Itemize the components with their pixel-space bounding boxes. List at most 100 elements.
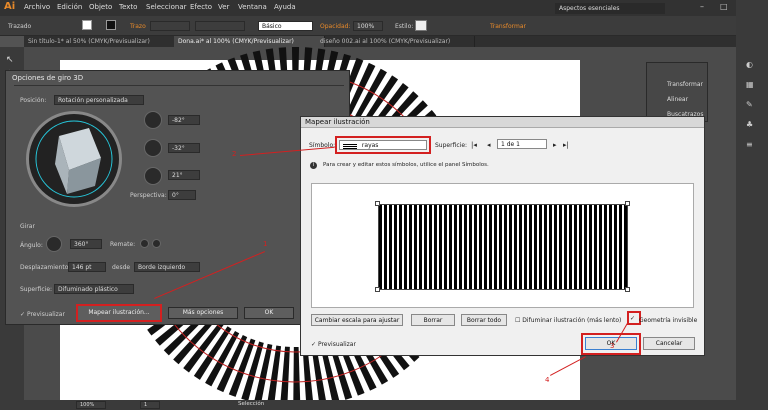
- control-bar: Trazado Trazo Básico Opacidad: 100% Esti…: [0, 16, 768, 36]
- menu-objeto[interactable]: Objeto: [89, 3, 112, 11]
- status-bar: 100% 1 Selección: [0, 400, 768, 410]
- ok-button[interactable]: OK: [244, 307, 294, 319]
- menu-ventana[interactable]: Ventana: [238, 3, 267, 11]
- layers-icon[interactable]: ≡: [746, 140, 753, 149]
- surface-label: Superficie:: [435, 142, 468, 149]
- angle-label: Ángulo:: [20, 242, 43, 249]
- opacity-field[interactable]: 100%: [353, 21, 383, 31]
- workspace-switcher[interactable]: Aspectos esenciales: [555, 3, 665, 14]
- rot-y-dial[interactable]: [144, 139, 162, 157]
- rot-x-dial[interactable]: [144, 111, 162, 129]
- prev-surface-icon[interactable]: ◂: [487, 141, 491, 149]
- map-preview-checkbox[interactable]: ✓ Previsualizar: [311, 341, 356, 348]
- menu-texto[interactable]: Texto: [119, 3, 137, 11]
- shade-artwork-label: Difuminar ilustración (más lento): [522, 317, 622, 324]
- tab-dona[interactable]: Dona.ai* al 100% (CMYK/Previsualizar): [174, 36, 325, 47]
- first-surface-icon[interactable]: |◂: [471, 141, 477, 149]
- offset-field[interactable]: 146 pt: [68, 262, 106, 272]
- next-surface-icon[interactable]: ▸: [553, 141, 557, 149]
- current-tool: Selección: [238, 401, 265, 407]
- brush-definition[interactable]: Básico: [258, 21, 313, 31]
- transform-link[interactable]: Transformar: [490, 23, 526, 30]
- style-label: Estilo:: [395, 23, 414, 30]
- dialog-title: Opciones de giro 3D: [12, 74, 84, 82]
- transform-panel-group: Transformar Alinear Buscatrazos: [646, 62, 708, 122]
- bbox-handle-br[interactable]: [625, 287, 630, 292]
- rot-z-dial[interactable]: [144, 167, 162, 185]
- angle-dial[interactable]: [46, 236, 62, 252]
- last-surface-icon[interactable]: ▸|: [563, 141, 569, 149]
- cap-label: Remate:: [110, 241, 136, 248]
- brushes-icon[interactable]: ✎: [746, 100, 753, 109]
- stroke-weight-field[interactable]: [150, 21, 190, 31]
- surface-counter[interactable]: 1 de 1: [497, 139, 547, 149]
- stripes-icon: [343, 142, 357, 149]
- bbox-handle-tl[interactable]: [375, 201, 380, 206]
- fill-swatch[interactable]: [82, 20, 92, 30]
- preview-label: Previsualizar: [26, 311, 65, 318]
- tab-sin-titulo[interactable]: Sin título-1* al 50% (CMYK/Previsualizar…: [24, 36, 183, 47]
- surface-label: Superficie:: [20, 286, 53, 293]
- map-art-button[interactable]: Mapear ilustración...: [76, 304, 162, 322]
- maximize-icon[interactable]: □: [720, 2, 728, 11]
- invisible-geometry-checkbox[interactable]: ✓: [630, 315, 635, 322]
- menu-seleccionar[interactable]: Seleccionar: [146, 3, 187, 11]
- menu-edicion[interactable]: Edición: [57, 3, 82, 11]
- revolve-section: Girar: [20, 223, 35, 230]
- annotation-1: 1: [263, 240, 268, 248]
- position-select[interactable]: Rotación personalizada: [54, 95, 144, 105]
- symbol-select[interactable]: rayas: [339, 140, 427, 150]
- cap-off-icon[interactable]: [152, 239, 161, 248]
- bbox-handle-bl[interactable]: [375, 287, 380, 292]
- menu-ver[interactable]: Ver: [218, 3, 229, 11]
- variable-width-field[interactable]: [195, 21, 245, 31]
- map-dialog-title: Mapear ilustración: [305, 118, 370, 126]
- stroke-swatch[interactable]: [106, 20, 116, 30]
- offset-label: Desplazamiento:: [20, 264, 71, 271]
- graphic-style-swatch[interactable]: [415, 20, 427, 31]
- annotation-2: 2: [232, 150, 237, 158]
- tab-diseno[interactable]: diseño 002.ai al 100% (CMYK/Previsualiza…: [316, 36, 475, 47]
- map-preview-label: Previsualizar: [317, 341, 356, 348]
- minimize-icon[interactable]: –: [700, 2, 704, 11]
- shade-artwork-checkbox[interactable]: ☐ Difuminar ilustración (más lento): [515, 317, 621, 324]
- panel-alinear[interactable]: Alinear: [667, 96, 688, 103]
- clear-all-button[interactable]: Borrar todo: [461, 314, 507, 326]
- perspective-field[interactable]: 0°: [168, 190, 196, 200]
- swatches-icon[interactable]: ▦: [746, 80, 754, 89]
- panel-transformar[interactable]: Transformar: [667, 81, 703, 88]
- symbol-value: rayas: [361, 142, 379, 149]
- right-dock: ◐ ▦ ✎ ♣ ≡: [736, 0, 768, 410]
- cap-on-icon[interactable]: [140, 239, 149, 248]
- stripes-artwork[interactable]: [378, 204, 628, 290]
- clear-button[interactable]: Borrar: [411, 314, 455, 326]
- surface-select[interactable]: Difuminado plástico: [54, 284, 134, 294]
- cancel-button[interactable]: Cancelar: [643, 337, 695, 350]
- map-preview[interactable]: [311, 183, 694, 308]
- menu-efecto[interactable]: Efecto: [190, 3, 212, 11]
- selection-tool-icon[interactable]: ↖: [6, 55, 14, 65]
- stroke-link[interactable]: Trazo: [130, 23, 146, 30]
- track-cube[interactable]: [26, 111, 122, 207]
- symbols-icon[interactable]: ♣: [746, 120, 753, 129]
- menu-ayuda[interactable]: Ayuda: [274, 3, 296, 11]
- rot-z-field[interactable]: 21°: [168, 170, 200, 180]
- app-logo: Ai: [4, 1, 16, 12]
- zoom-select[interactable]: 100%: [76, 401, 106, 409]
- rot-y-field[interactable]: -32°: [168, 143, 200, 153]
- cube-preview[interactable]: [29, 114, 119, 204]
- info-icon: i: [310, 162, 317, 169]
- artboard-nav[interactable]: 1: [140, 401, 160, 409]
- dialog-titlebar: Mapear ilustración: [301, 117, 704, 128]
- scale-to-fit-button[interactable]: Cambiar escala para ajustar: [311, 314, 403, 326]
- rot-x-field[interactable]: -82°: [168, 115, 200, 125]
- preview-checkbox[interactable]: ✓ Previsualizar: [20, 311, 65, 318]
- opacity-link[interactable]: Opacidad:: [320, 23, 351, 30]
- menu-archivo[interactable]: Archivo: [24, 3, 50, 11]
- color-panel-icon[interactable]: ◐: [746, 60, 753, 69]
- bbox-handle-tr[interactable]: [625, 201, 630, 206]
- more-options-button[interactable]: Más opciones: [168, 307, 238, 319]
- angle-field[interactable]: 360°: [70, 239, 102, 249]
- from-select[interactable]: Borde izquierdo: [134, 262, 200, 272]
- info-text: Para crear y editar estos símbolos, util…: [323, 162, 489, 168]
